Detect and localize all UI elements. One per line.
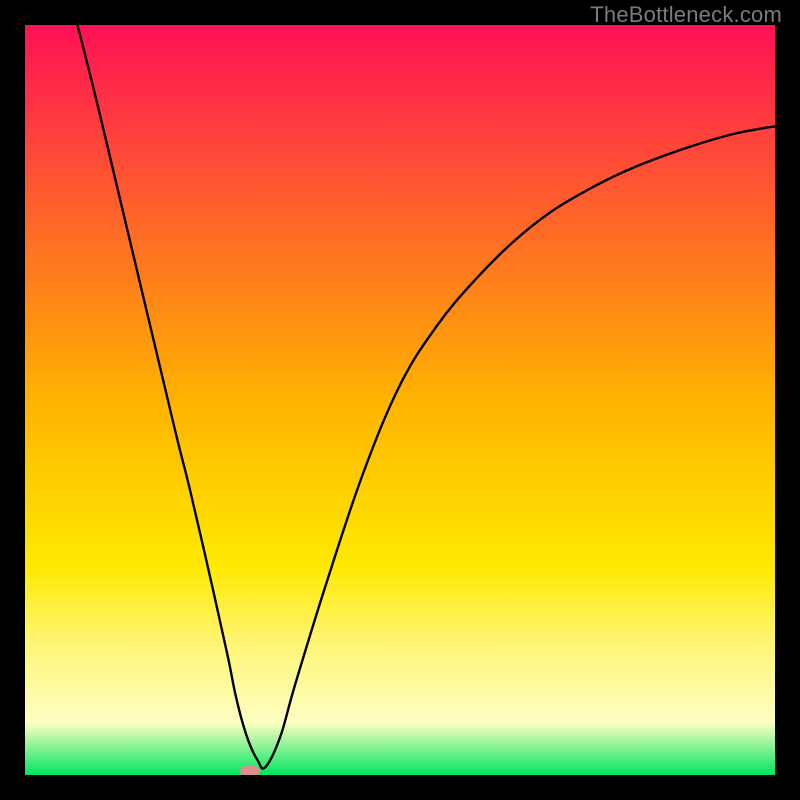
chart-wrapper: TheBottleneck.com: [0, 0, 800, 800]
chart-background: [25, 25, 775, 775]
bottleneck-chart: [25, 25, 775, 775]
